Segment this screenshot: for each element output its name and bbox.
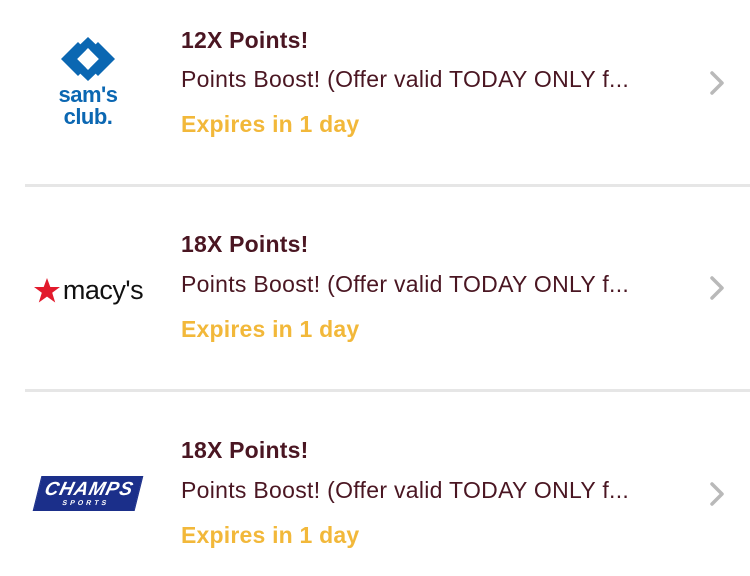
row-divider	[25, 389, 750, 392]
macys-star-icon	[33, 277, 60, 302]
offer-expiry: Expires in 1 day	[181, 111, 360, 137]
macys-logo-word: macy's	[62, 274, 144, 305]
offer-title: 12X Points!	[181, 27, 309, 53]
offer-title: 18X Points!	[181, 231, 309, 257]
offer-title: 18X Points!	[181, 437, 309, 463]
offer-expiry: Expires in 1 day	[181, 316, 360, 342]
sams-club-logo: sam's club.	[22, 26, 154, 136]
offer-description: Points Boost! (Offer valid TODAY ONLY f.…	[181, 271, 630, 297]
sams-logo-word-top: sam's	[58, 82, 119, 107]
sams-club-diamond-icon	[61, 37, 115, 81]
sams-logo-word-bottom: club.	[63, 104, 113, 129]
offer-row-macys[interactable]: macy's 18X Points! Points Boost! (Offer …	[0, 205, 750, 391]
offer-description: Points Boost! (Offer valid TODAY ONLY f.…	[181, 477, 630, 503]
chevron-right-icon[interactable]	[706, 68, 728, 98]
row-divider	[25, 184, 750, 187]
offers-list: sam's club. 12X Points! Points Boost! (O…	[0, 0, 750, 576]
offer-description: Points Boost! (Offer valid TODAY ONLY f.…	[181, 66, 630, 92]
chevron-right-icon[interactable]	[706, 479, 728, 509]
offer-row-champs-sports[interactable]: CHAMPS SPORTS 18X Points! Points Boost! …	[0, 411, 750, 576]
champs-logo-subword: SPORTS	[61, 499, 110, 507]
macys-logo: macy's	[22, 235, 154, 345]
offer-row-sams-club[interactable]: sam's club. 12X Points! Points Boost! (O…	[0, 0, 750, 186]
champs-logo-word: CHAMPS	[42, 478, 136, 500]
offer-expiry: Expires in 1 day	[181, 522, 360, 548]
chevron-right-icon[interactable]	[706, 273, 728, 303]
champs-sports-logo: CHAMPS SPORTS	[22, 438, 154, 548]
